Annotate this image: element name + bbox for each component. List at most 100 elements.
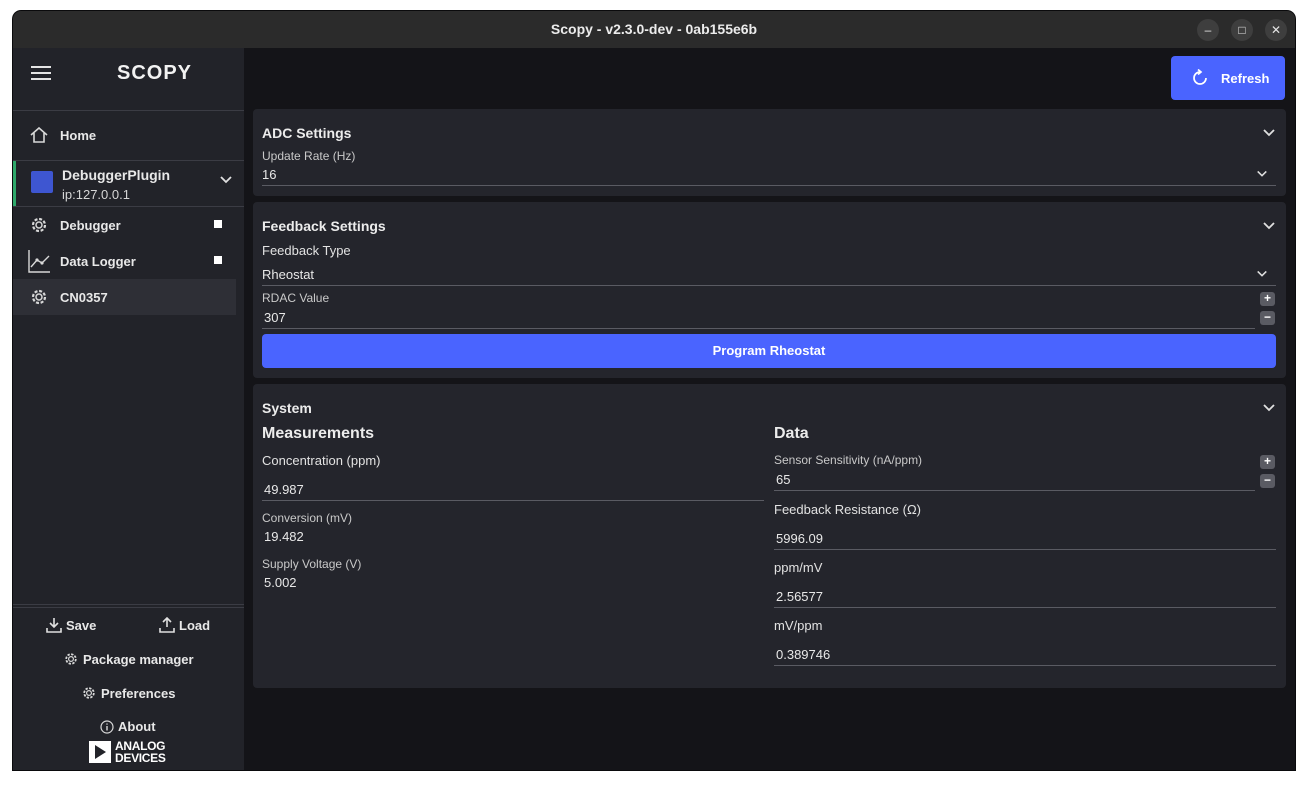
refresh-button[interactable]: Refresh bbox=[1171, 56, 1285, 100]
sensor-sensitivity-value: 65 bbox=[776, 472, 791, 487]
close-button[interactable]: ✕ bbox=[1265, 19, 1287, 41]
sidebar-item-data-logger[interactable]: Data Logger bbox=[13, 243, 236, 279]
underline bbox=[774, 607, 1276, 608]
gear-icon bbox=[65, 653, 77, 665]
gear-icon bbox=[31, 289, 47, 305]
device-name: DebuggerPlugin bbox=[62, 167, 171, 183]
sidebar-item-label: Debugger bbox=[60, 218, 121, 233]
save-label: Save bbox=[66, 618, 97, 633]
home-icon bbox=[30, 126, 48, 143]
divider bbox=[13, 607, 244, 608]
adc-settings-section: ADC Settings Update Rate (Hz) 16 bbox=[253, 109, 1286, 196]
divider bbox=[13, 604, 244, 605]
concentration-value: 49.987 bbox=[264, 482, 304, 497]
adi-logo-icon bbox=[89, 741, 111, 763]
hamburger-menu-icon[interactable] bbox=[31, 66, 51, 80]
chevron-down-icon bbox=[1257, 170, 1267, 177]
concentration-label: Concentration (ppm) bbox=[262, 453, 381, 468]
conversion-label: Conversion (mV) bbox=[262, 511, 353, 525]
save-button[interactable]: Save bbox=[46, 617, 96, 633]
underline bbox=[262, 285, 1276, 286]
sensitivity-increment-button[interactable]: + bbox=[1260, 455, 1275, 469]
info-icon bbox=[100, 720, 114, 734]
mv-per-ppm-value: 0.389746 bbox=[776, 647, 831, 662]
status-indicator bbox=[214, 220, 222, 228]
title-bar: Scopy - v2.3.0-dev - 0ab155e6b – □ ✕ bbox=[13, 11, 1295, 48]
device-icon bbox=[31, 171, 53, 193]
sidebar-item-label: Home bbox=[60, 128, 97, 143]
sidebar-item-cn0357[interactable]: CN0357 bbox=[13, 279, 236, 315]
rdac-value-label: RDAC Value bbox=[262, 291, 330, 305]
underline bbox=[262, 185, 1276, 186]
sidebar-item-label: Data Logger bbox=[60, 254, 136, 269]
underline bbox=[262, 500, 764, 501]
app-window: Scopy - v2.3.0-dev - 0ab155e6b – □ ✕ SCO… bbox=[13, 11, 1295, 770]
ppm-per-mv-label: ppm/mV bbox=[774, 560, 823, 575]
section-title: Feedback Settings bbox=[262, 218, 386, 234]
brand-line-2: DEVICES bbox=[115, 751, 166, 765]
underline bbox=[774, 490, 1255, 491]
measurements-heading: Measurements bbox=[262, 425, 375, 442]
refresh-icon bbox=[1193, 69, 1207, 85]
download-icon bbox=[46, 618, 62, 633]
divider bbox=[13, 110, 244, 111]
main-content: Refresh ADC Settings Update Rate (Hz) 16… bbox=[244, 48, 1295, 770]
chevron-down-icon bbox=[1257, 270, 1267, 277]
feedback-resistance-label: Feedback Resistance (Ω) bbox=[774, 502, 921, 517]
feedback-type-select[interactable]: Rheostat bbox=[262, 264, 1276, 286]
supply-voltage-value: 5.002 bbox=[264, 575, 297, 590]
chevron-down-icon[interactable] bbox=[1262, 219, 1276, 233]
sensor-sensitivity-input[interactable]: 65 bbox=[774, 469, 1255, 491]
rdac-decrement-button[interactable]: − bbox=[1260, 311, 1275, 325]
rdac-value-input[interactable]: 307 bbox=[262, 307, 1255, 329]
preferences-button[interactable]: Preferences bbox=[81, 685, 175, 701]
load-button[interactable]: Load bbox=[159, 616, 211, 633]
update-rate-label: Update Rate (Hz) bbox=[262, 149, 356, 163]
about-label: About bbox=[118, 719, 156, 734]
scopy-logo: SCOPY bbox=[117, 62, 193, 84]
conversion-value: 19.482 bbox=[264, 529, 304, 544]
maximize-button[interactable]: □ bbox=[1231, 19, 1253, 41]
chevron-down-icon[interactable] bbox=[219, 173, 233, 187]
refresh-label: Refresh bbox=[1221, 71, 1270, 86]
ppm-per-mv-value: 2.56577 bbox=[776, 589, 823, 604]
feedback-settings-section: Feedback Settings Feedback Type Rheostat… bbox=[253, 202, 1286, 378]
section-title: System bbox=[262, 400, 312, 416]
load-label: Load bbox=[179, 618, 211, 633]
chevron-down-icon[interactable] bbox=[1262, 401, 1276, 415]
underline bbox=[774, 665, 1276, 666]
device-entry[interactable]: DebuggerPlugin ip:127.0.0.1 bbox=[13, 161, 244, 207]
status-indicator bbox=[214, 256, 222, 264]
gear-icon bbox=[31, 217, 47, 233]
sidebar-item-debugger[interactable]: Debugger bbox=[13, 207, 236, 243]
rdac-increment-button[interactable]: + bbox=[1260, 292, 1275, 306]
sidebar-item-home[interactable]: Home bbox=[13, 117, 236, 153]
sidebar: SCOPY Home DebuggerPlugin ip:127.0.0.1 D… bbox=[13, 48, 244, 770]
preferences-label: Preferences bbox=[101, 686, 176, 701]
device-ip: ip:127.0.0.1 bbox=[62, 187, 130, 202]
upload-icon bbox=[159, 616, 175, 633]
chart-icon bbox=[28, 250, 50, 273]
feedback-type-value: Rheostat bbox=[262, 267, 315, 282]
update-rate-value: 16 bbox=[262, 167, 277, 182]
chevron-down-icon[interactable] bbox=[1262, 126, 1276, 140]
window-title: Scopy - v2.3.0-dev - 0ab155e6b bbox=[550, 21, 758, 37]
supply-voltage-label: Supply Voltage (V) bbox=[262, 557, 362, 571]
feedback-resistance-value: 5996.09 bbox=[776, 531, 823, 546]
update-rate-select[interactable]: 16 bbox=[262, 165, 1276, 186]
sensitivity-decrement-button[interactable]: − bbox=[1260, 474, 1275, 488]
system-section: System Measurements Concentration (ppm) … bbox=[253, 384, 1286, 688]
section-title: ADC Settings bbox=[262, 125, 352, 141]
mv-per-ppm-label: mV/ppm bbox=[774, 618, 823, 633]
data-heading: Data bbox=[774, 425, 809, 442]
underline bbox=[262, 328, 1255, 329]
rdac-value: 307 bbox=[264, 310, 286, 325]
minimize-button[interactable]: – bbox=[1197, 19, 1219, 41]
package-manager-label: Package manager bbox=[83, 652, 194, 667]
package-manager-button[interactable]: Package manager bbox=[63, 651, 194, 667]
program-rheostat-button[interactable]: Program Rheostat bbox=[262, 334, 1276, 368]
underline bbox=[774, 549, 1276, 550]
about-button[interactable]: About bbox=[100, 719, 156, 734]
sidebar-item-label: CN0357 bbox=[60, 290, 108, 305]
feedback-type-label: Feedback Type bbox=[262, 243, 351, 258]
